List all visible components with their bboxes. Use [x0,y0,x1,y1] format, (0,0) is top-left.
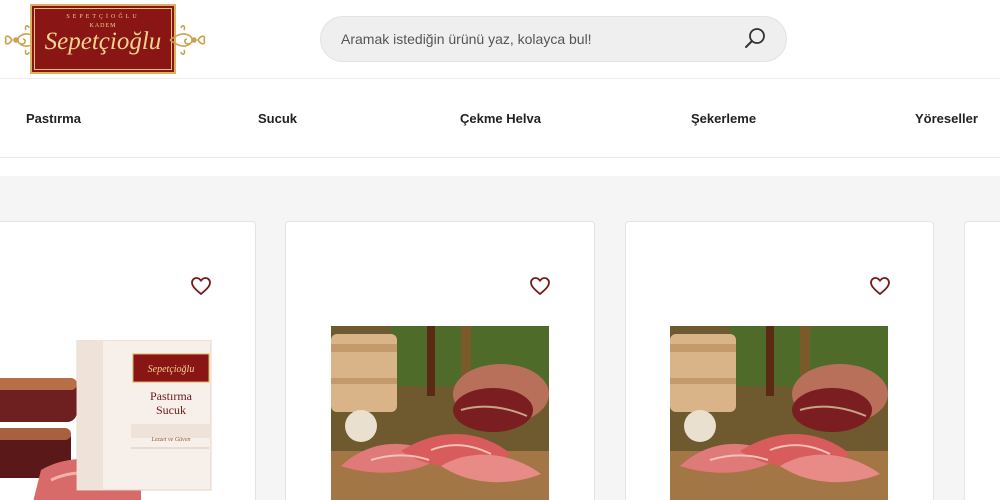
brand-logo[interactable]: SEPETÇİOĞLU KADEM Sepetçioğlu [0,2,210,76]
logo-wordmark: Sepetçioğlu [44,28,162,55]
heart-icon[interactable] [189,274,213,298]
category-nav: Pastırma Sucuk Çekme Helva Şekerleme Yör… [0,78,1000,158]
package-line1-text: Pastırma [150,389,193,403]
heart-icon[interactable] [528,274,552,298]
nav-item-pastirma[interactable]: Pastırma [26,111,81,126]
product-image-pastirma-slices-board[interactable] [331,326,549,500]
package-line2-text: Sucuk [156,403,186,417]
product-photo: Sepetçioğlu Pastırma Sucuk Lezzet ve Güv… [0,340,213,500]
search-input[interactable] [341,28,741,50]
product-card[interactable] [964,221,1000,500]
product-photo [331,326,549,500]
nav-item-sekerleme[interactable]: Şekerleme [691,111,756,126]
package-brand-text: Sepetçioğlu [148,364,195,375]
package-footer-text: Lezzet ve Güven [151,437,191,443]
nav-item-yoreseller[interactable]: Yöreseller [915,111,978,126]
logo-small-text: SEPETÇİOĞLU [66,14,140,20]
search-icon[interactable] [742,26,768,52]
product-image-pastirma-sucuk-package[interactable]: Sepetçioğlu Pastırma Sucuk Lezzet ve Güv… [0,340,213,500]
nav-item-sucuk[interactable]: Sucuk [258,111,297,126]
product-card[interactable] [625,221,934,500]
heart-icon[interactable] [868,274,892,298]
product-card[interactable]: Sepetçioğlu Pastırma Sucuk Lezzet ve Güv… [0,221,256,500]
header: SEPETÇİOĞLU KADEM Sepetçioğlu [0,0,1000,78]
search-bar [320,16,787,62]
nav-shadow-band [0,158,1000,176]
product-card[interactable] [285,221,595,500]
logo-plate: SEPETÇİOĞLU KADEM Sepetçioğlu [30,4,176,74]
ornament-right-icon [169,25,206,55]
product-photo [670,326,888,500]
product-image-pastirma-slices-board[interactable] [670,326,888,500]
nav-item-cekme-helva[interactable]: Çekme Helva [460,111,541,126]
